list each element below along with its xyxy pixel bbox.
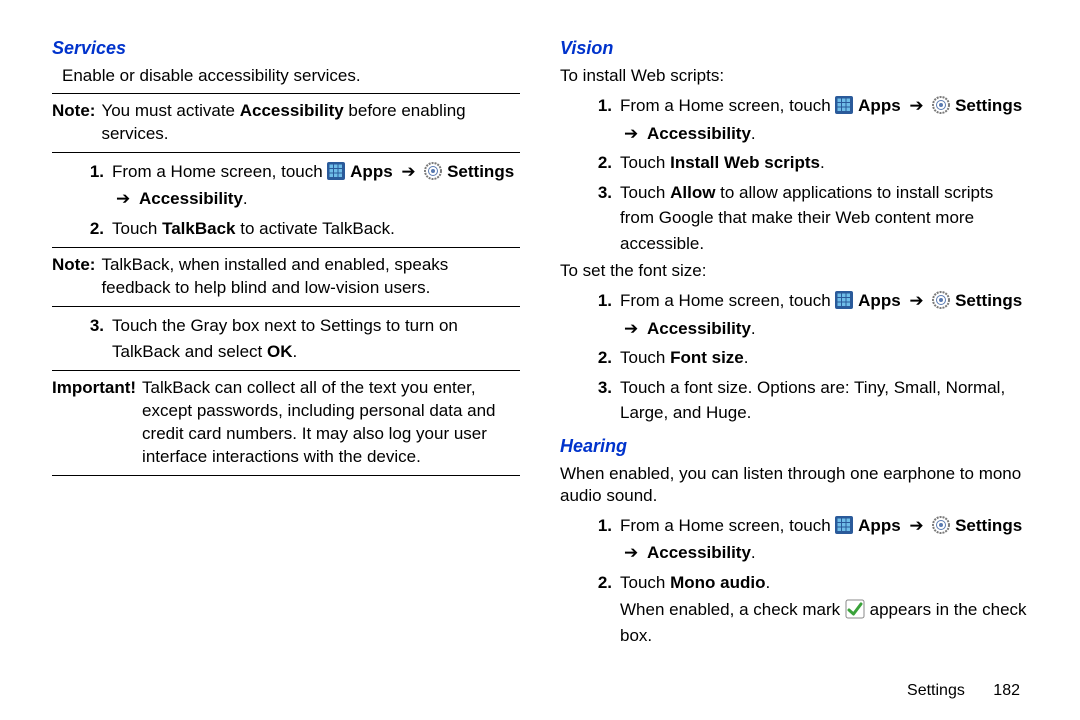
vision-step-1: 1. From a Home screen, touch Apps ➔ Sett…	[560, 93, 1028, 146]
page-footer: Settings 182	[907, 682, 1020, 700]
services-description: Enable or disable accessibility services…	[52, 65, 520, 87]
hearing-step-1: 1. From a Home screen, touch Apps ➔ Sett…	[560, 513, 1028, 566]
services-step-2: 2. Touch TalkBack to activate TalkBack.	[52, 216, 520, 242]
font-size-intro: To set the font size:	[560, 260, 1028, 282]
font-step-3: 3. Touch a font size. Options are: Tiny,…	[560, 375, 1028, 426]
vision-step-2: 2. Touch Install Web scripts.	[560, 150, 1028, 176]
note-activate-accessibility: Note: You must activate Accessibility be…	[52, 100, 520, 146]
services-step-1: 1. From a Home screen, touch Apps ➔ Sett…	[52, 159, 520, 212]
divider	[52, 370, 520, 371]
divider	[52, 93, 520, 94]
heading-hearing: Hearing	[560, 436, 1028, 457]
apps-icon	[835, 96, 853, 114]
important-talkback-privacy: Important! TalkBack can collect all of t…	[52, 377, 520, 469]
left-column: Services Enable or disable accessibility…	[52, 38, 520, 652]
heading-services: Services	[52, 38, 520, 59]
vision-intro: To install Web scripts:	[560, 65, 1028, 87]
gear-icon	[932, 96, 950, 114]
divider	[52, 247, 520, 248]
apps-icon	[327, 162, 345, 180]
font-step-1: 1. From a Home screen, touch Apps ➔ Sett…	[560, 288, 1028, 341]
page-number: 182	[993, 682, 1020, 700]
apps-icon	[835, 516, 853, 534]
services-step-3: 3. Touch the Gray box next to Settings t…	[52, 313, 520, 364]
note-label: Note:	[52, 100, 95, 146]
divider	[52, 306, 520, 307]
hearing-intro: When enabled, you can listen through one…	[560, 463, 1028, 507]
apps-icon	[835, 291, 853, 309]
divider	[52, 152, 520, 153]
divider	[52, 475, 520, 476]
gear-icon	[932, 291, 950, 309]
hearing-step-2: 2. Touch Mono audio. When enabled, a che…	[560, 570, 1028, 649]
note-talkback-feedback: Note: TalkBack, when installed and enabl…	[52, 254, 520, 300]
heading-vision: Vision	[560, 38, 1028, 59]
note-label: Note:	[52, 254, 95, 300]
footer-section-label: Settings	[907, 682, 965, 699]
right-column: Vision To install Web scripts: 1. From a…	[560, 38, 1028, 652]
vision-step-3: 3. Touch Allow to allow applications to …	[560, 180, 1028, 257]
font-step-2: 2. Touch Font size.	[560, 345, 1028, 371]
gear-icon	[424, 162, 442, 180]
gear-icon	[932, 516, 950, 534]
checkmark-icon	[845, 599, 865, 619]
important-label: Important!	[52, 377, 136, 469]
